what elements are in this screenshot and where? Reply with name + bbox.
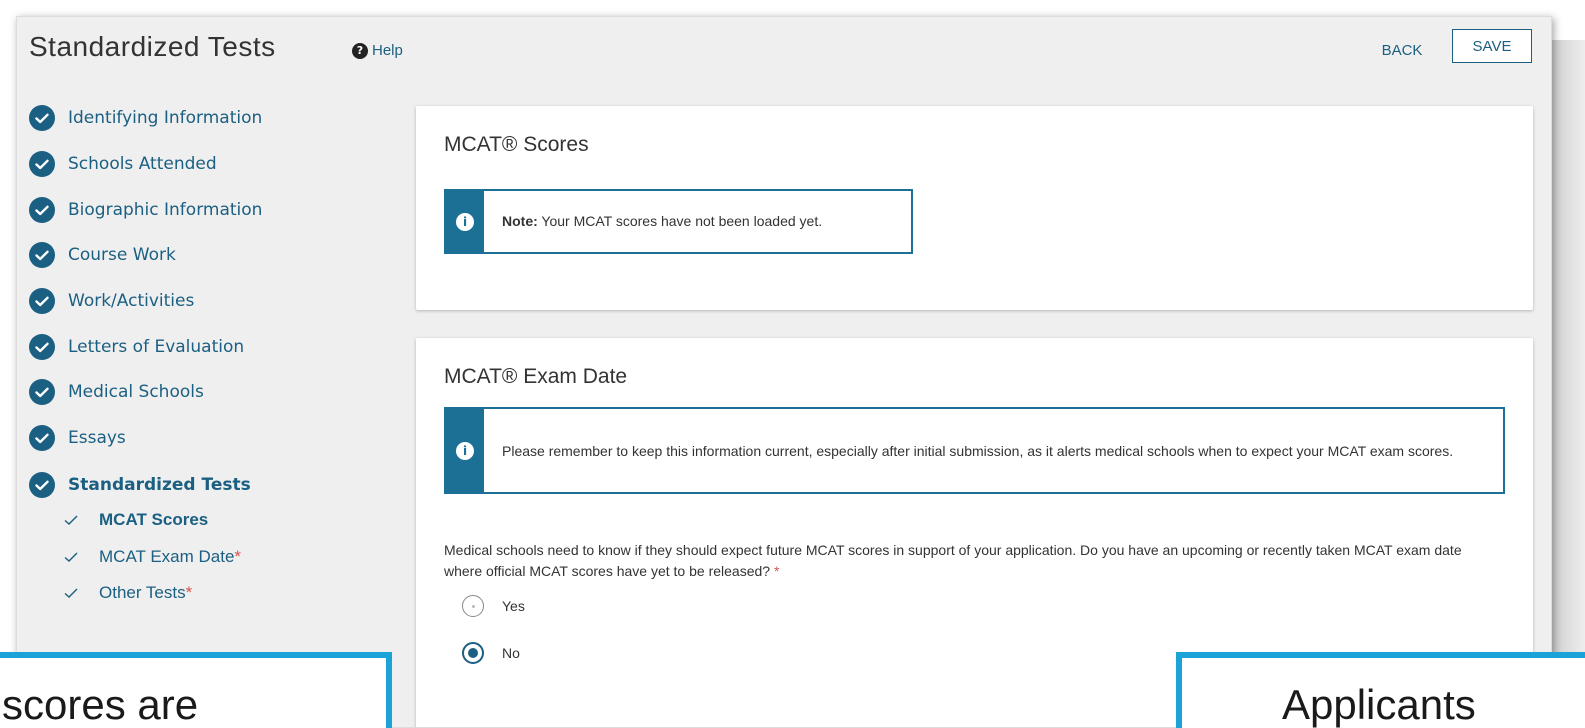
radio-option-yes[interactable]: Yes: [462, 595, 525, 617]
radio-option-no[interactable]: No: [462, 642, 520, 664]
check-circle-icon: [29, 472, 55, 498]
sidebar-item-identifying-information[interactable]: Identifying Information: [29, 105, 262, 131]
sidebar-subitem-label: MCAT Scores: [99, 510, 209, 529]
alert-text: Please remember to keep this information…: [484, 409, 1471, 492]
sidebar-subitem-label: Other Tests: [99, 583, 186, 602]
sidebar-item-work-activities[interactable]: Work/Activities: [29, 288, 194, 314]
radio-button-selected[interactable]: [462, 642, 484, 664]
required-marker: *: [770, 563, 780, 579]
sidebar-item-biographic-information[interactable]: Biographic Information: [29, 197, 262, 223]
sidebar-item-medical-schools[interactable]: Medical Schools: [29, 379, 204, 405]
check-circle-icon: [29, 425, 55, 451]
help-label: Help: [372, 42, 403, 59]
checkmark-icon: [64, 515, 78, 525]
sidebar-subitem-mcat-exam-date[interactable]: MCAT Exam Date *: [63, 547, 241, 567]
help-icon: ?: [352, 42, 368, 59]
sidebar-subitem-label: MCAT Exam Date: [99, 547, 235, 566]
radio-button-unselected[interactable]: [462, 595, 484, 617]
sidebar-item-letters-of-evaluation[interactable]: Letters of Evaluation: [29, 334, 244, 360]
window-edge-shadow: [1552, 40, 1585, 728]
alert-bar: i: [446, 409, 484, 492]
check-circle-icon: [29, 151, 55, 177]
page-title: Standardized Tests: [29, 31, 276, 62]
caption-box-right: Applicants: [1176, 652, 1585, 728]
application-window: Standardized Tests ? Help BACK SAVE Iden…: [16, 16, 1552, 728]
info-icon: i: [456, 441, 474, 460]
required-marker: *: [234, 547, 242, 566]
checkmark-icon: [64, 552, 78, 562]
question-text: Medical schools need to know if they sho…: [444, 542, 1462, 579]
sidebar-item-label: Medical Schools: [68, 382, 204, 402]
alert-message: Please remember to keep this information…: [502, 442, 1454, 459]
sidebar-item-label: Essays: [68, 428, 126, 448]
card-title: MCAT® Scores: [444, 133, 589, 156]
sidebar-subitem-mcat-scores[interactable]: MCAT Scores: [63, 510, 208, 530]
caption-box-left: scores are: [0, 652, 392, 728]
sidebar-item-label: Course Work: [68, 245, 176, 265]
radio-label: No: [502, 645, 520, 661]
check-circle-icon: [29, 288, 55, 314]
sidebar-item-label: Schools Attended: [68, 154, 217, 174]
caption-text: Applicants: [1282, 681, 1476, 728]
check-circle-icon: [29, 334, 55, 360]
required-marker: *: [185, 583, 193, 602]
sidebar-item-label: Identifying Information: [68, 108, 263, 128]
alert-bar: i: [446, 191, 484, 252]
sidebar-subitem-other-tests[interactable]: Other Tests *: [63, 583, 192, 603]
sidebar-item-label: Work/Activities: [68, 291, 195, 311]
exam-date-question: Medical schools need to know if they sho…: [444, 540, 1484, 582]
alert-text: Note: Your MCAT scores have not been loa…: [484, 191, 840, 252]
mcat-scores-card: MCAT® Scores i Note: Your MCAT scores ha…: [416, 106, 1533, 310]
back-button[interactable]: BACK: [1372, 36, 1432, 64]
sidebar-item-label: Letters of Evaluation: [68, 337, 245, 357]
note-alert: i Note: Your MCAT scores have not been l…: [444, 189, 913, 254]
sidebar-item-schools-attended[interactable]: Schools Attended: [29, 151, 217, 177]
note-label: Note:: [502, 212, 538, 229]
card-title: MCAT® Exam Date: [444, 365, 628, 388]
sidebar-item-course-work[interactable]: Course Work: [29, 242, 176, 268]
check-circle-icon: [29, 379, 55, 405]
check-circle-icon: [29, 105, 55, 131]
sidebar-item-essays[interactable]: Essays: [29, 425, 126, 451]
help-link[interactable]: ? Help: [352, 42, 403, 59]
sidebar-item-standardized-tests[interactable]: Standardized Tests: [29, 472, 251, 498]
caption-text: scores are: [2, 681, 199, 728]
save-button[interactable]: SAVE: [1452, 29, 1532, 63]
exam-date-alert: i Please remember to keep this informati…: [444, 407, 1505, 494]
check-circle-icon: [29, 242, 55, 268]
note-text: Your MCAT scores have not been loaded ye…: [537, 212, 823, 229]
checkmark-icon: [64, 588, 78, 598]
check-circle-icon: [29, 197, 55, 223]
info-icon: i: [456, 212, 474, 231]
radio-label: Yes: [502, 598, 525, 614]
sidebar-item-label: Standardized Tests: [68, 475, 251, 495]
sidebar-item-label: Biographic Information: [68, 200, 263, 220]
